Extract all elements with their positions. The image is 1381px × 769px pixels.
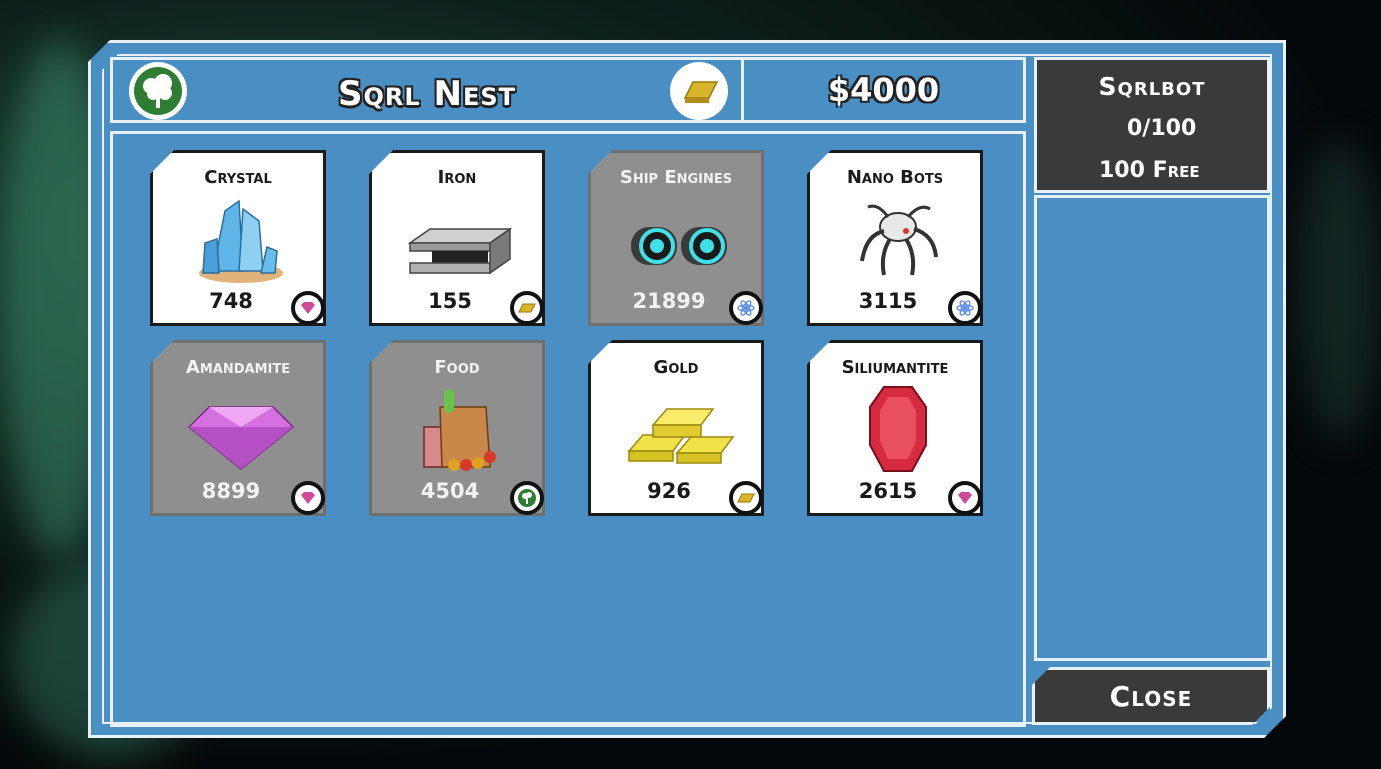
close-button[interactable]: Close — [1032, 667, 1270, 725]
nanobot-icon — [860, 204, 938, 276]
atom-icon — [948, 291, 982, 325]
header-bar: Sqrl Nest — [110, 57, 744, 123]
item-value: 21899 — [632, 289, 706, 313]
sqrlbot-title: Sqrlbot — [1098, 72, 1206, 101]
money-display: $4000 — [744, 57, 1026, 123]
item-card-iron[interactable]: Iron 155 — [369, 150, 545, 326]
gem-icon — [291, 291, 325, 325]
item-card-amandamite[interactable]: Amandamite 8899 — [150, 340, 326, 516]
item-value: 748 — [209, 289, 253, 313]
item-card-gold[interactable]: Gold 926 — [588, 340, 764, 516]
item-card-nano-bots[interactable]: Nano Bots 3115 — [807, 150, 983, 326]
page-title: Sqrl Nest — [337, 74, 516, 114]
item-card-siliumantite[interactable]: Siliumantite 2615 — [807, 340, 983, 516]
sqrlbot-capacity: 0/100 — [1127, 116, 1197, 141]
item-name: Crystal — [204, 167, 272, 188]
item-name: Ship Engines — [619, 167, 733, 188]
tree-icon — [510, 481, 544, 515]
item-name: Amandamite — [185, 357, 291, 378]
atom-icon — [729, 291, 763, 325]
item-name: Gold — [653, 357, 699, 378]
sqrlbot-status: Sqrlbot 0/100 100 Free — [1034, 57, 1270, 193]
item-name: Iron — [437, 167, 477, 188]
item-value: 4504 — [420, 479, 480, 503]
item-value: 3115 — [858, 289, 918, 313]
gold-bar-icon — [510, 291, 544, 325]
ruby-icon — [869, 386, 927, 472]
sqrlbot-free: 100 Free — [1099, 158, 1200, 183]
gold-bar-icon — [729, 481, 763, 515]
item-value: 926 — [647, 479, 691, 503]
item-name: Nano Bots — [846, 167, 944, 188]
iron-beam-icon — [407, 227, 513, 275]
item-name: Food — [434, 357, 480, 378]
gem-icon — [948, 481, 982, 515]
gold-bars-icon — [627, 408, 735, 464]
item-value: 155 — [428, 289, 472, 313]
crystal-icon — [199, 199, 283, 283]
gem-icon — [291, 481, 325, 515]
item-card-crystal[interactable]: Crystal 748 — [150, 150, 326, 326]
sqrlbot-cargo-panel — [1034, 195, 1270, 661]
grocery-bag-icon — [423, 389, 496, 471]
gold-bar-icon — [670, 62, 728, 120]
nebula-glow — [1300, 140, 1380, 440]
item-card-ship-engines[interactable]: Ship Engines 21899 — [588, 150, 764, 326]
engine-icon — [631, 227, 727, 265]
item-value: 2615 — [858, 479, 918, 503]
item-card-food[interactable]: Food 4504 — [369, 340, 545, 516]
item-name: Siliumantite — [841, 357, 949, 378]
money-amount: $4000 — [827, 71, 940, 109]
item-value: 8899 — [201, 479, 261, 503]
amandamite-gem-icon — [187, 406, 295, 470]
